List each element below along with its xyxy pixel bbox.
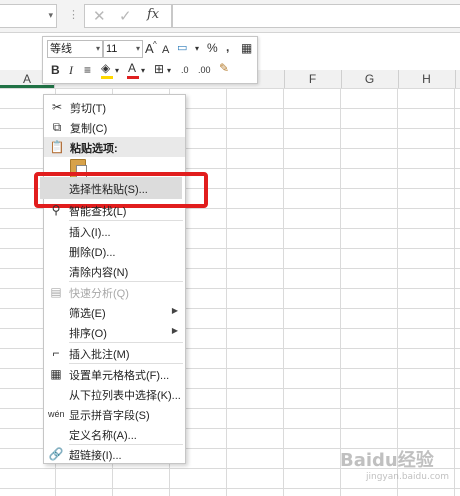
menu-item-label: 删除(D)...: [69, 247, 116, 259]
formula-bar: ▾ ⋮ ✕ ✓ fx: [0, 0, 460, 33]
menu-item-label: 设置单元格格式(F)...: [69, 370, 170, 382]
scissors-icon: ✂: [51, 100, 63, 114]
chevron-down-icon[interactable]: ▾: [141, 63, 145, 79]
fill-color-icon[interactable]: ◈: [101, 60, 110, 76]
italic-button[interactable]: I: [69, 62, 73, 78]
menu-item-cut[interactable]: ✂ 剪切(T): [44, 97, 185, 117]
menu-item-format-cells[interactable]: ▦ 设置单元格格式(F)...: [43, 364, 184, 384]
increase-decimal-button[interactable]: .0: [181, 62, 189, 78]
smart-lookup-icon: ⚲: [51, 203, 61, 217]
chevron-down-icon: ▾: [95, 44, 100, 53]
column-divider: [398, 70, 399, 88]
menu-item-copy[interactable]: ⧉ 复制(C): [44, 117, 185, 137]
menu-item-delete[interactable]: 删除(D)...: [43, 241, 184, 261]
paste-icon: 📋: [49, 140, 65, 154]
menu-item-label: 粘贴选项:: [70, 143, 118, 155]
column-divider: [341, 70, 342, 88]
mini-toolbar: 等线 ▾ 11 ▾ A ^ A ▭ ▾ % , ▦ B I ≡ ◈ ▾ A ▾ …: [42, 36, 258, 84]
menu-item-define-name[interactable]: 定义名称(A)...: [43, 424, 184, 444]
column-header-f[interactable]: F: [284, 72, 341, 86]
menu-item-label: 从下拉列表中选择(K)...: [69, 390, 181, 402]
cancel-icon[interactable]: ✕: [93, 7, 106, 25]
comment-icon: ⌐: [52, 346, 60, 360]
font-color-button[interactable]: A: [128, 60, 136, 76]
quick-analysis-icon: ▤: [50, 285, 62, 299]
chevron-right-icon: ▶: [171, 326, 178, 335]
hyperlink-icon: 🔗: [48, 447, 64, 461]
menu-item-label: 超链接(I)...: [69, 450, 122, 462]
column-header-g[interactable]: G: [341, 72, 398, 86]
insert-function-button[interactable]: fx: [147, 7, 159, 22]
bold-button[interactable]: B: [51, 62, 60, 78]
menu-item-label: 筛选(E): [69, 308, 106, 320]
chevron-down-icon: ▾: [135, 44, 140, 53]
watermark-text: Baidu经验: [340, 450, 434, 471]
menu-item-label: 显示拼音字段(S): [69, 410, 150, 422]
chevron-right-icon: ▶: [171, 306, 178, 315]
menu-item-insert[interactable]: 插入(I)...: [43, 221, 184, 241]
column-header-h[interactable]: H: [398, 72, 455, 86]
font-size-value: 11: [106, 43, 118, 55]
decrease-decimal-button[interactable]: .00: [198, 62, 211, 78]
menu-item-filter[interactable]: 筛选(E) ▶: [43, 302, 184, 322]
format-painter-icon[interactable]: ▦: [241, 40, 252, 56]
menu-item-label: 定义名称(A)...: [69, 430, 137, 442]
name-box[interactable]: ▾: [0, 4, 57, 28]
menu-item-label: 剪切(T): [70, 103, 107, 115]
comma-style-button[interactable]: ,: [226, 39, 229, 55]
font-size-select[interactable]: 11 ▾: [103, 40, 143, 58]
accounting-format-icon[interactable]: ▭: [177, 40, 187, 56]
format-cells-icon: ▦: [50, 367, 62, 381]
watermark: Baidu经验 jingyan.baidu.com: [340, 446, 449, 482]
copy-icon: ⧉: [52, 120, 62, 134]
column-divider: [455, 70, 456, 88]
formula-buttons: ✕ ✓ fx: [84, 4, 172, 28]
menu-paste-options-header: 📋 粘贴选项:: [44, 137, 185, 157]
menu-item-label: 智能查找(L): [69, 206, 127, 218]
caret-up-icon: ^: [153, 40, 157, 49]
formula-input[interactable]: [172, 4, 460, 28]
menu-item-pick-from-list[interactable]: 从下拉列表中选择(K)...: [43, 384, 184, 404]
menu-item-label: 快速分析(Q): [69, 288, 129, 300]
menu-item-show-phonetic[interactable]: wén 显示拼音字段(S): [43, 404, 184, 424]
decrease-font-size-button[interactable]: A: [162, 42, 169, 58]
font-color-swatch: [127, 76, 139, 79]
align-center-icon[interactable]: ≡: [84, 62, 91, 78]
menu-item-label: 复制(C): [70, 123, 108, 135]
menu-item-hyperlink[interactable]: 🔗 超链接(I)...: [43, 444, 184, 464]
watermark-sub: jingyan.baidu.com: [366, 472, 450, 482]
font-name-select[interactable]: 等线 ▾: [47, 40, 103, 58]
fill-color-swatch: [101, 76, 113, 79]
borders-icon[interactable]: ⊞: [154, 61, 164, 77]
chevron-down-icon[interactable]: ▾: [48, 10, 53, 21]
menu-item-smart-lookup[interactable]: ⚲ 智能查找(L): [43, 200, 184, 220]
chevron-down-icon[interactable]: ▾: [167, 63, 171, 79]
menu-item-quick-analysis: ▤ 快速分析(Q): [43, 282, 184, 302]
formula-bar-separator: ⋮: [68, 9, 79, 21]
format-painter-brush-icon[interactable]: ✎: [219, 60, 229, 76]
font-name-value: 等线: [50, 43, 72, 55]
enter-icon[interactable]: ✓: [119, 7, 132, 25]
percent-style-button[interactable]: %: [207, 40, 218, 56]
phonetic-icon: wén: [48, 409, 65, 419]
menu-item-insert-comment[interactable]: ⌐ 插入批注(M): [43, 343, 184, 363]
menu-item-label: 排序(O): [69, 328, 107, 340]
chevron-down-icon[interactable]: ▾: [115, 63, 119, 79]
menu-item-label: 清除内容(N): [69, 267, 129, 279]
chevron-down-icon[interactable]: ▾: [195, 41, 199, 57]
menu-item-label: 插入批注(M): [69, 349, 130, 361]
menu-item-label: 插入(I)...: [69, 227, 111, 239]
column-divider: [284, 70, 285, 88]
menu-item-sort[interactable]: 排序(O) ▶: [43, 322, 184, 342]
menu-item-clear-contents[interactable]: 清除内容(N): [43, 261, 184, 281]
